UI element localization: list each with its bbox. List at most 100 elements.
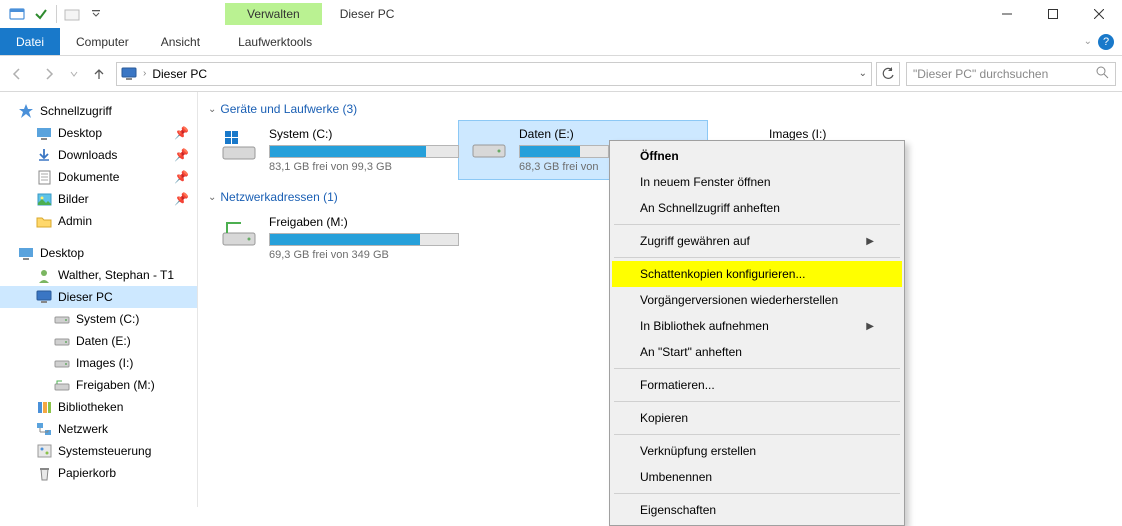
ribbon-tabs: Datei Computer Ansicht Laufwerktools ⌄ ? <box>0 28 1122 56</box>
tree-downloads[interactable]: Downloads 📌 <box>0 144 197 166</box>
tree-network[interactable]: Netzwerk <box>0 418 197 440</box>
ctx-configure-shadow-copies[interactable]: Schattenkopien konfigurieren... <box>612 261 902 287</box>
breadcrumb-location[interactable]: Dieser PC <box>152 67 207 81</box>
ctx-create-shortcut[interactable]: Verknüpfung erstellen <box>612 438 902 464</box>
tab-file[interactable]: Datei <box>0 28 60 55</box>
search-placeholder: "Dieser PC" durchsuchen <box>913 67 1048 81</box>
pin-icon: 📌 <box>174 148 189 162</box>
tree-label: Admin <box>58 214 92 228</box>
context-menu: Öffnen In neuem Fenster öffnen An Schnel… <box>609 140 905 526</box>
tree-pictures[interactable]: Bilder 📌 <box>0 188 197 210</box>
tree-documents[interactable]: Dokumente 📌 <box>0 166 197 188</box>
ctx-label: Formatieren... <box>640 378 715 392</box>
ctx-include-library[interactable]: In Bibliothek aufnehmen▶ <box>612 313 902 339</box>
maximize-button[interactable] <box>1030 0 1076 28</box>
tree-desktop[interactable]: Desktop 📌 <box>0 122 197 144</box>
back-button[interactable] <box>2 60 32 88</box>
drive-label: Freigaben (M:) <box>269 215 459 229</box>
desktop-icon <box>36 125 52 141</box>
tree-control-panel[interactable]: Systemsteuerung <box>0 440 197 462</box>
ctx-properties[interactable]: Eigenschaften <box>612 497 902 523</box>
tree-label: Bibliotheken <box>58 400 123 414</box>
help-icon[interactable]: ? <box>1098 34 1114 50</box>
pin-icon: 📌 <box>174 126 189 140</box>
network-drive-icon <box>217 215 261 251</box>
navigation-tree: Schnellzugriff Desktop 📌 Downloads 📌 Dok… <box>0 92 198 507</box>
ctx-give-access[interactable]: Zugriff gewähren auf ▶ <box>612 228 902 254</box>
tree-user[interactable]: Walther, Stephan - T1 <box>0 264 197 286</box>
tree-label: Daten (E:) <box>76 334 131 348</box>
group-label: Geräte und Laufwerke (3) <box>220 102 357 116</box>
ctx-label: Zugriff gewähren auf <box>640 234 750 248</box>
user-icon <box>36 267 52 283</box>
search-box[interactable]: "Dieser PC" durchsuchen <box>906 62 1116 86</box>
tree-libraries[interactable]: Bibliotheken <box>0 396 197 418</box>
ctx-pin-start[interactable]: An "Start" anheften <box>612 339 902 365</box>
drive-c[interactable]: System (C:) 83,1 GB frei von 99,3 GB <box>208 120 458 180</box>
drive-label: Daten (E:) <box>519 127 699 141</box>
group-label: Netzwerkadressen (1) <box>220 190 337 204</box>
forward-button[interactable] <box>34 60 64 88</box>
ctx-label: In neuem Fenster öffnen <box>640 175 771 189</box>
ribbon-expand-icon[interactable]: ⌄ <box>1084 36 1092 47</box>
new-folder-icon[interactable] <box>61 3 83 25</box>
tab-computer[interactable]: Computer <box>60 28 145 55</box>
chevron-right-icon: ▶ <box>866 236 874 247</box>
tree-label: System (C:) <box>76 312 139 326</box>
window-title: Dieser PC <box>340 7 395 21</box>
drive-m[interactable]: Freigaben (M:) 69,3 GB frei von 349 GB <box>208 208 458 268</box>
address-dropdown-icon[interactable]: ⌄ <box>859 68 867 79</box>
tree-label: Images (I:) <box>76 356 133 370</box>
chevron-down-icon: ⌄ <box>208 192 216 203</box>
tree-drive-e[interactable]: Daten (E:) <box>0 330 197 352</box>
recent-dropdown[interactable] <box>66 60 82 88</box>
libraries-icon <box>36 399 52 415</box>
tree-quick-access[interactable]: Schnellzugriff <box>0 100 197 122</box>
drive-icon <box>54 355 70 371</box>
usage-bar <box>269 233 459 246</box>
network-drive-icon <box>54 377 70 393</box>
ctx-rename[interactable]: Umbenennen <box>612 464 902 490</box>
ctx-label: Verknüpfung erstellen <box>640 444 756 458</box>
ctx-label: An Schnellzugriff anheften <box>640 201 780 215</box>
search-icon <box>1096 66 1109 82</box>
ctx-restore-previous[interactable]: Vorgängerversionen wiederherstellen <box>612 287 902 313</box>
refresh-button[interactable] <box>876 62 900 86</box>
tree-label: Dokumente <box>58 170 119 184</box>
star-icon <box>18 103 34 119</box>
ctx-open[interactable]: Öffnen <box>612 143 902 169</box>
pin-icon: 📌 <box>174 170 189 184</box>
tab-drivetools[interactable]: Laufwerktools <box>222 28 328 55</box>
qat-dropdown-icon[interactable] <box>85 3 107 25</box>
address-bar[interactable]: › Dieser PC ⌄ <box>116 62 872 86</box>
breadcrumb-separator[interactable]: › <box>143 68 146 79</box>
ctx-open-new-window[interactable]: In neuem Fenster öffnen <box>612 169 902 195</box>
ctx-label: In Bibliothek aufnehmen <box>640 319 769 333</box>
separator <box>614 224 900 225</box>
tree-drive-m[interactable]: Freigaben (M:) <box>0 374 197 396</box>
ctx-pin-quick-access[interactable]: An Schnellzugriff anheften <box>612 195 902 221</box>
tree-admin[interactable]: Admin <box>0 210 197 232</box>
tree-recycle-bin[interactable]: Papierkorb <box>0 462 197 484</box>
tree-label: Desktop <box>40 246 84 260</box>
properties-icon[interactable] <box>30 3 52 25</box>
group-devices[interactable]: ⌄ Geräte und Laufwerke (3) <box>208 98 1112 120</box>
tree-label: Walther, Stephan - T1 <box>58 268 174 282</box>
close-button[interactable] <box>1076 0 1122 28</box>
pin-icon: 📌 <box>174 192 189 206</box>
tree-drive-i[interactable]: Images (I:) <box>0 352 197 374</box>
separator <box>614 401 900 402</box>
minimize-button[interactable] <box>984 0 1030 28</box>
tab-view[interactable]: Ansicht <box>145 28 216 55</box>
tree-this-pc[interactable]: Dieser PC <box>0 286 197 308</box>
contextual-tab-manage[interactable]: Verwalten <box>225 3 322 25</box>
ctx-format[interactable]: Formatieren... <box>612 372 902 398</box>
up-button[interactable] <box>84 60 114 88</box>
tree-label: Netzwerk <box>58 422 108 436</box>
drive-label: Images (I:) <box>769 127 949 141</box>
ctx-label: Schattenkopien konfigurieren... <box>640 267 805 281</box>
ctx-copy[interactable]: Kopieren <box>612 405 902 431</box>
tree-desktop-root[interactable]: Desktop <box>0 242 197 264</box>
tree-drive-c[interactable]: System (C:) <box>0 308 197 330</box>
titlebar: Verwalten Dieser PC <box>0 0 1122 28</box>
